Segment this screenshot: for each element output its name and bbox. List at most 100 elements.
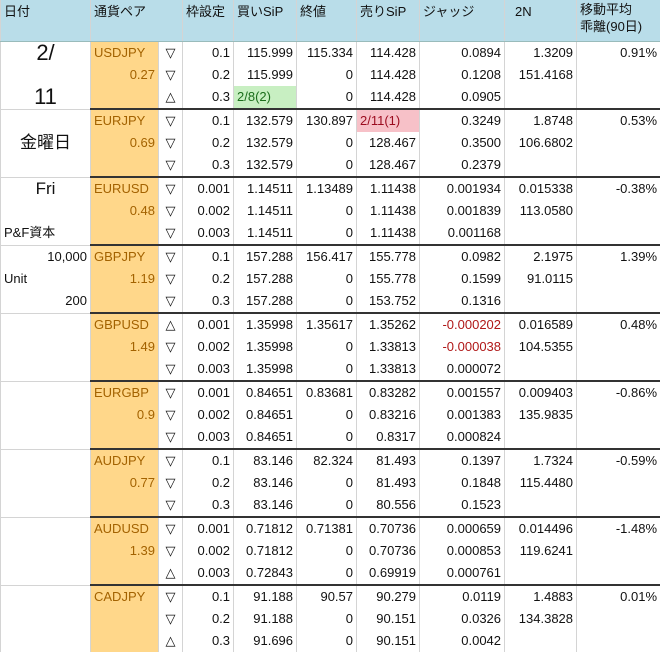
cell-close[interactable]: 0	[297, 336, 357, 358]
cell-buy[interactable]: 91.188	[234, 585, 297, 608]
direction-arrow-icon[interactable]: ▽	[159, 177, 183, 200]
cell-sell[interactable]: 1.11438	[357, 200, 420, 222]
cell-n2[interactable]	[505, 154, 577, 177]
direction-arrow-icon[interactable]: ▽	[159, 585, 183, 608]
ma-deviation[interactable]: -0.86%	[577, 381, 660, 404]
cell-buy[interactable]: 2/8(2)	[234, 86, 297, 109]
cell-box[interactable]: 0.001	[183, 517, 234, 540]
cell-buy[interactable]: 83.146	[234, 472, 297, 494]
pair-blank[interactable]	[91, 290, 159, 313]
cell-box[interactable]: 0.003	[183, 562, 234, 585]
direction-arrow-icon[interactable]: ▽	[159, 381, 183, 404]
direction-arrow-icon[interactable]: ▽	[159, 42, 183, 65]
cell-n2[interactable]	[505, 426, 577, 449]
pair-factor[interactable]: 1.39	[91, 540, 159, 562]
cell-buy[interactable]: 0.84651	[234, 404, 297, 426]
cell-judge[interactable]: -0.000038	[420, 336, 505, 358]
direction-arrow-icon[interactable]: ▽	[159, 517, 183, 540]
cell-n2[interactable]: 0.009403	[505, 381, 577, 404]
cell-box[interactable]: 0.3	[183, 86, 234, 109]
pair-name[interactable]: EURGBP	[91, 381, 159, 404]
pair-factor[interactable]: 0.9	[91, 404, 159, 426]
date-column-cell[interactable]	[1, 336, 91, 358]
cell-judge[interactable]: 0.2379	[420, 154, 505, 177]
cell-sell[interactable]: 155.778	[357, 245, 420, 268]
cell-judge[interactable]: 0.0326	[420, 608, 505, 630]
direction-arrow-icon[interactable]: ▽	[159, 64, 183, 86]
direction-arrow-icon[interactable]: ▽	[159, 132, 183, 154]
ma-deviation[interactable]: 1.39%	[577, 245, 660, 268]
cell-close[interactable]: 0	[297, 64, 357, 86]
ma-deviation[interactable]: -0.38%	[577, 177, 660, 200]
cell-box[interactable]: 0.002	[183, 404, 234, 426]
ma-blank[interactable]	[577, 200, 660, 222]
cell-close[interactable]: 1.35617	[297, 313, 357, 336]
pair-blank[interactable]	[91, 154, 159, 177]
cell-sell[interactable]: 0.83216	[357, 404, 420, 426]
cell-buy[interactable]: 0.84651	[234, 426, 297, 449]
direction-arrow-icon[interactable]: ▽	[159, 540, 183, 562]
direction-arrow-icon[interactable]: ▽	[159, 200, 183, 222]
cell-close[interactable]: 0	[297, 200, 357, 222]
cell-n2[interactable]: 106.6802	[505, 132, 577, 154]
direction-arrow-icon[interactable]: ▽	[159, 472, 183, 494]
date-column-cell[interactable]	[1, 517, 91, 540]
cell-close[interactable]: 0	[297, 562, 357, 585]
cell-sell[interactable]: 0.83282	[357, 381, 420, 404]
ma-blank[interactable]	[577, 562, 660, 585]
cell-judge[interactable]: 0.000072	[420, 358, 505, 381]
cell-close[interactable]: 0	[297, 630, 357, 652]
cell-buy[interactable]: 1.14511	[234, 177, 297, 200]
cell-close[interactable]: 130.897	[297, 109, 357, 132]
date-column-cell[interactable]: 200	[1, 290, 91, 313]
direction-arrow-icon[interactable]: ▽	[159, 426, 183, 449]
pair-blank[interactable]	[91, 562, 159, 585]
cell-buy[interactable]: 115.999	[234, 42, 297, 65]
cell-close[interactable]: 0	[297, 494, 357, 517]
cell-sell[interactable]: 90.151	[357, 630, 420, 652]
ma-blank[interactable]	[577, 426, 660, 449]
cell-buy[interactable]: 1.35998	[234, 313, 297, 336]
cell-judge[interactable]: 0.000761	[420, 562, 505, 585]
direction-arrow-icon[interactable]: ▽	[159, 494, 183, 517]
direction-arrow-icon[interactable]: ▽	[159, 222, 183, 245]
cell-sell[interactable]: 0.69919	[357, 562, 420, 585]
cell-judge[interactable]: 0.000659	[420, 517, 505, 540]
cell-close[interactable]: 0	[297, 404, 357, 426]
header-sell-sip[interactable]: 売りSiP	[357, 0, 420, 42]
cell-buy[interactable]: 83.146	[234, 494, 297, 517]
ma-deviation[interactable]: -1.48%	[577, 517, 660, 540]
ma-deviation[interactable]: 0.48%	[577, 313, 660, 336]
ma-deviation[interactable]: 0.91%	[577, 42, 660, 65]
date-column-cell[interactable]: Fri	[1, 177, 91, 200]
cell-box[interactable]: 0.1	[183, 42, 234, 65]
date-column-cell[interactable]	[1, 585, 91, 608]
cell-judge[interactable]: 0.001557	[420, 381, 505, 404]
cell-buy[interactable]: 83.146	[234, 449, 297, 472]
cell-judge[interactable]: 0.000853	[420, 540, 505, 562]
cell-judge[interactable]: 0.1397	[420, 449, 505, 472]
cell-judge[interactable]: 0.0119	[420, 585, 505, 608]
ma-blank[interactable]	[577, 290, 660, 313]
date-column-cell[interactable]	[1, 313, 91, 336]
cell-judge[interactable]: 0.001168	[420, 222, 505, 245]
cell-n2[interactable]: 1.8748	[505, 109, 577, 132]
date-column-cell[interactable]	[1, 109, 91, 132]
pair-name[interactable]: GBPJPY	[91, 245, 159, 268]
cell-box[interactable]: 0.2	[183, 608, 234, 630]
cell-close[interactable]: 0	[297, 540, 357, 562]
cell-n2[interactable]: 134.3828	[505, 608, 577, 630]
cell-judge[interactable]: 0.0894	[420, 42, 505, 65]
date-column-cell[interactable]: 2/	[1, 42, 91, 65]
pair-name[interactable]: GBPUSD	[91, 313, 159, 336]
cell-sell[interactable]: 90.151	[357, 608, 420, 630]
cell-n2[interactable]	[505, 562, 577, 585]
cell-close[interactable]: 0	[297, 154, 357, 177]
cell-n2[interactable]: 151.4168	[505, 64, 577, 86]
cell-close[interactable]: 90.57	[297, 585, 357, 608]
cell-box[interactable]: 0.001	[183, 177, 234, 200]
direction-arrow-icon[interactable]: ▽	[159, 290, 183, 313]
cell-buy[interactable]: 1.14511	[234, 222, 297, 245]
date-column-cell[interactable]	[1, 358, 91, 381]
cell-box[interactable]: 0.3	[183, 290, 234, 313]
